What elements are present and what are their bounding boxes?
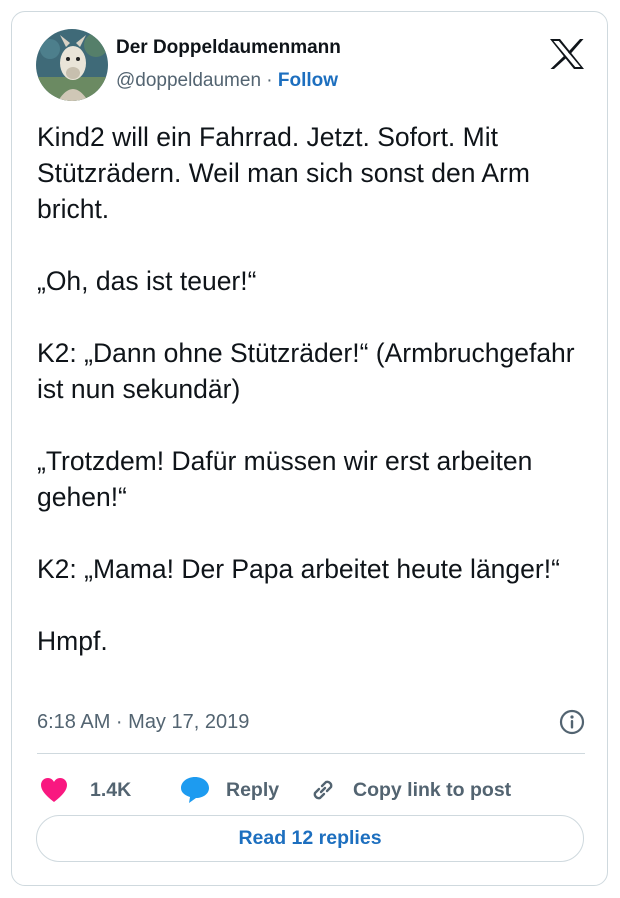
read-replies-label: Read 12 replies [238,827,382,849]
like-button[interactable]: 1.4K [40,769,131,811]
reply-button[interactable]: Reply [180,769,279,811]
author-handle[interactable]: @doppeldaumen [116,70,261,91]
divider [37,753,585,754]
copy-link-button[interactable]: Copy link to post [309,769,511,811]
handle-separator: · [266,70,273,91]
tweet-paragraph: Hmpf. [37,626,108,656]
tweet-meta: 6:18 AM · May 17, 2019 [37,709,585,737]
read-replies-button[interactable]: Read 12 replies [36,815,584,862]
info-icon[interactable] [559,709,585,735]
tweet-text: Kind2 will ein Fahrrad. Jetzt. Sofort. M… [37,119,577,659]
author-handle-row: @doppeldaumen · Follow [116,70,338,92]
tweet-actions: 1.4K Reply Copy link to post [37,769,585,811]
reply-label: Reply [226,778,280,801]
speech-bubble-icon [180,776,210,804]
follow-button[interactable]: Follow [278,70,338,91]
tweet-timestamp[interactable]: 6:18 AM · May 17, 2019 [37,711,249,734]
link-icon [309,776,337,804]
heart-icon [40,777,68,803]
tweet-paragraph: „Trotzdem! Dafür müssen wir erst arbeite… [37,446,533,512]
x-logo-icon[interactable] [549,38,585,70]
author-display-name[interactable]: Der Doppeldaumenmann [116,37,341,59]
tweet-paragraph: K2: „Dann ohne Stützräder!“ (Armbruchgef… [37,338,575,404]
tweet-paragraph: Kind2 will ein Fahrrad. Jetzt. Sofort. M… [37,122,530,224]
copy-link-label: Copy link to post [353,778,512,801]
avatar[interactable] [36,29,108,101]
tweet-card: Der Doppeldaumenmann @doppeldaumen · Fol… [11,11,608,886]
tweet-paragraph: K2: „Mama! Der Papa arbeitet heute länge… [37,554,560,584]
like-count: 1.4K [90,778,132,801]
avatar-image [36,29,108,101]
tweet-paragraph: „Oh, das ist teuer!“ [37,266,257,296]
